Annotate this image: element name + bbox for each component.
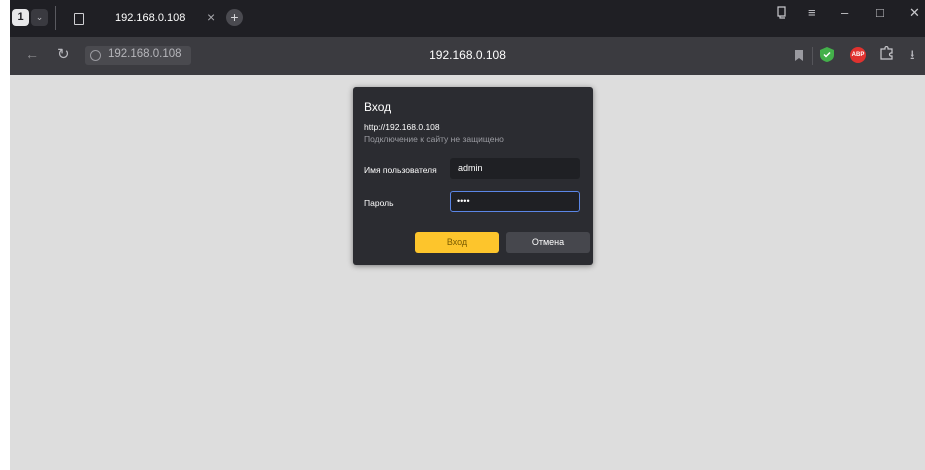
new-tab-button[interactable]: + <box>226 9 243 26</box>
window-close-icon[interactable]: ✕ <box>909 5 920 21</box>
bookmark-icon[interactable] <box>795 48 803 66</box>
toolbar-divider <box>812 47 813 65</box>
chevron-down-icon[interactable]: ⌄ <box>31 9 48 26</box>
minimize-icon[interactable]: – <box>841 5 848 20</box>
browser-window: 1 ⌄ 192.168.0.108 × + ≡ – □ ✕ ← ↻ 192.16… <box>10 0 925 470</box>
collections-icon[interactable] <box>776 6 787 22</box>
password-label: Пароль <box>364 198 394 208</box>
page-title: 192.168.0.108 <box>429 48 506 62</box>
password-field[interactable]: •••• <box>450 191 580 212</box>
username-label: Имя пользователя <box>364 165 437 175</box>
dialog-title: Вход <box>364 100 392 114</box>
menu-icon[interactable]: ≡ <box>808 5 816 20</box>
maximize-icon[interactable]: □ <box>876 5 884 20</box>
cancel-button[interactable]: Отмена <box>506 232 590 253</box>
extensions-icon[interactable] <box>880 45 894 65</box>
login-button[interactable]: Вход <box>415 232 499 253</box>
page-icon <box>74 13 84 25</box>
tab-title: 192.168.0.108 <box>115 12 186 24</box>
dialog-url: http://192.168.0.108 <box>364 122 440 132</box>
username-field[interactable]: admin <box>450 158 580 179</box>
adblock-icon[interactable]: ABP <box>850 47 866 63</box>
close-icon[interactable]: × <box>207 9 215 25</box>
tab-divider <box>55 6 56 30</box>
insecure-warning: Подключение к сайту не защищено <box>364 134 504 144</box>
shield-icon[interactable] <box>820 47 834 67</box>
tab-count-button[interactable]: 1 <box>12 9 29 26</box>
tab-bar: 1 ⌄ 192.168.0.108 × + ≡ – □ ✕ <box>10 0 925 37</box>
login-dialog: Вход http://192.168.0.108 Подключение к … <box>353 87 593 265</box>
tab-active[interactable]: 192.168.0.108 × <box>64 4 224 33</box>
download-icon[interactable]: ⭳ <box>910 46 915 68</box>
navigation-toolbar: ← ↻ 192.168.0.108 192.168.0.108 ABP ⭳ <box>10 37 925 75</box>
